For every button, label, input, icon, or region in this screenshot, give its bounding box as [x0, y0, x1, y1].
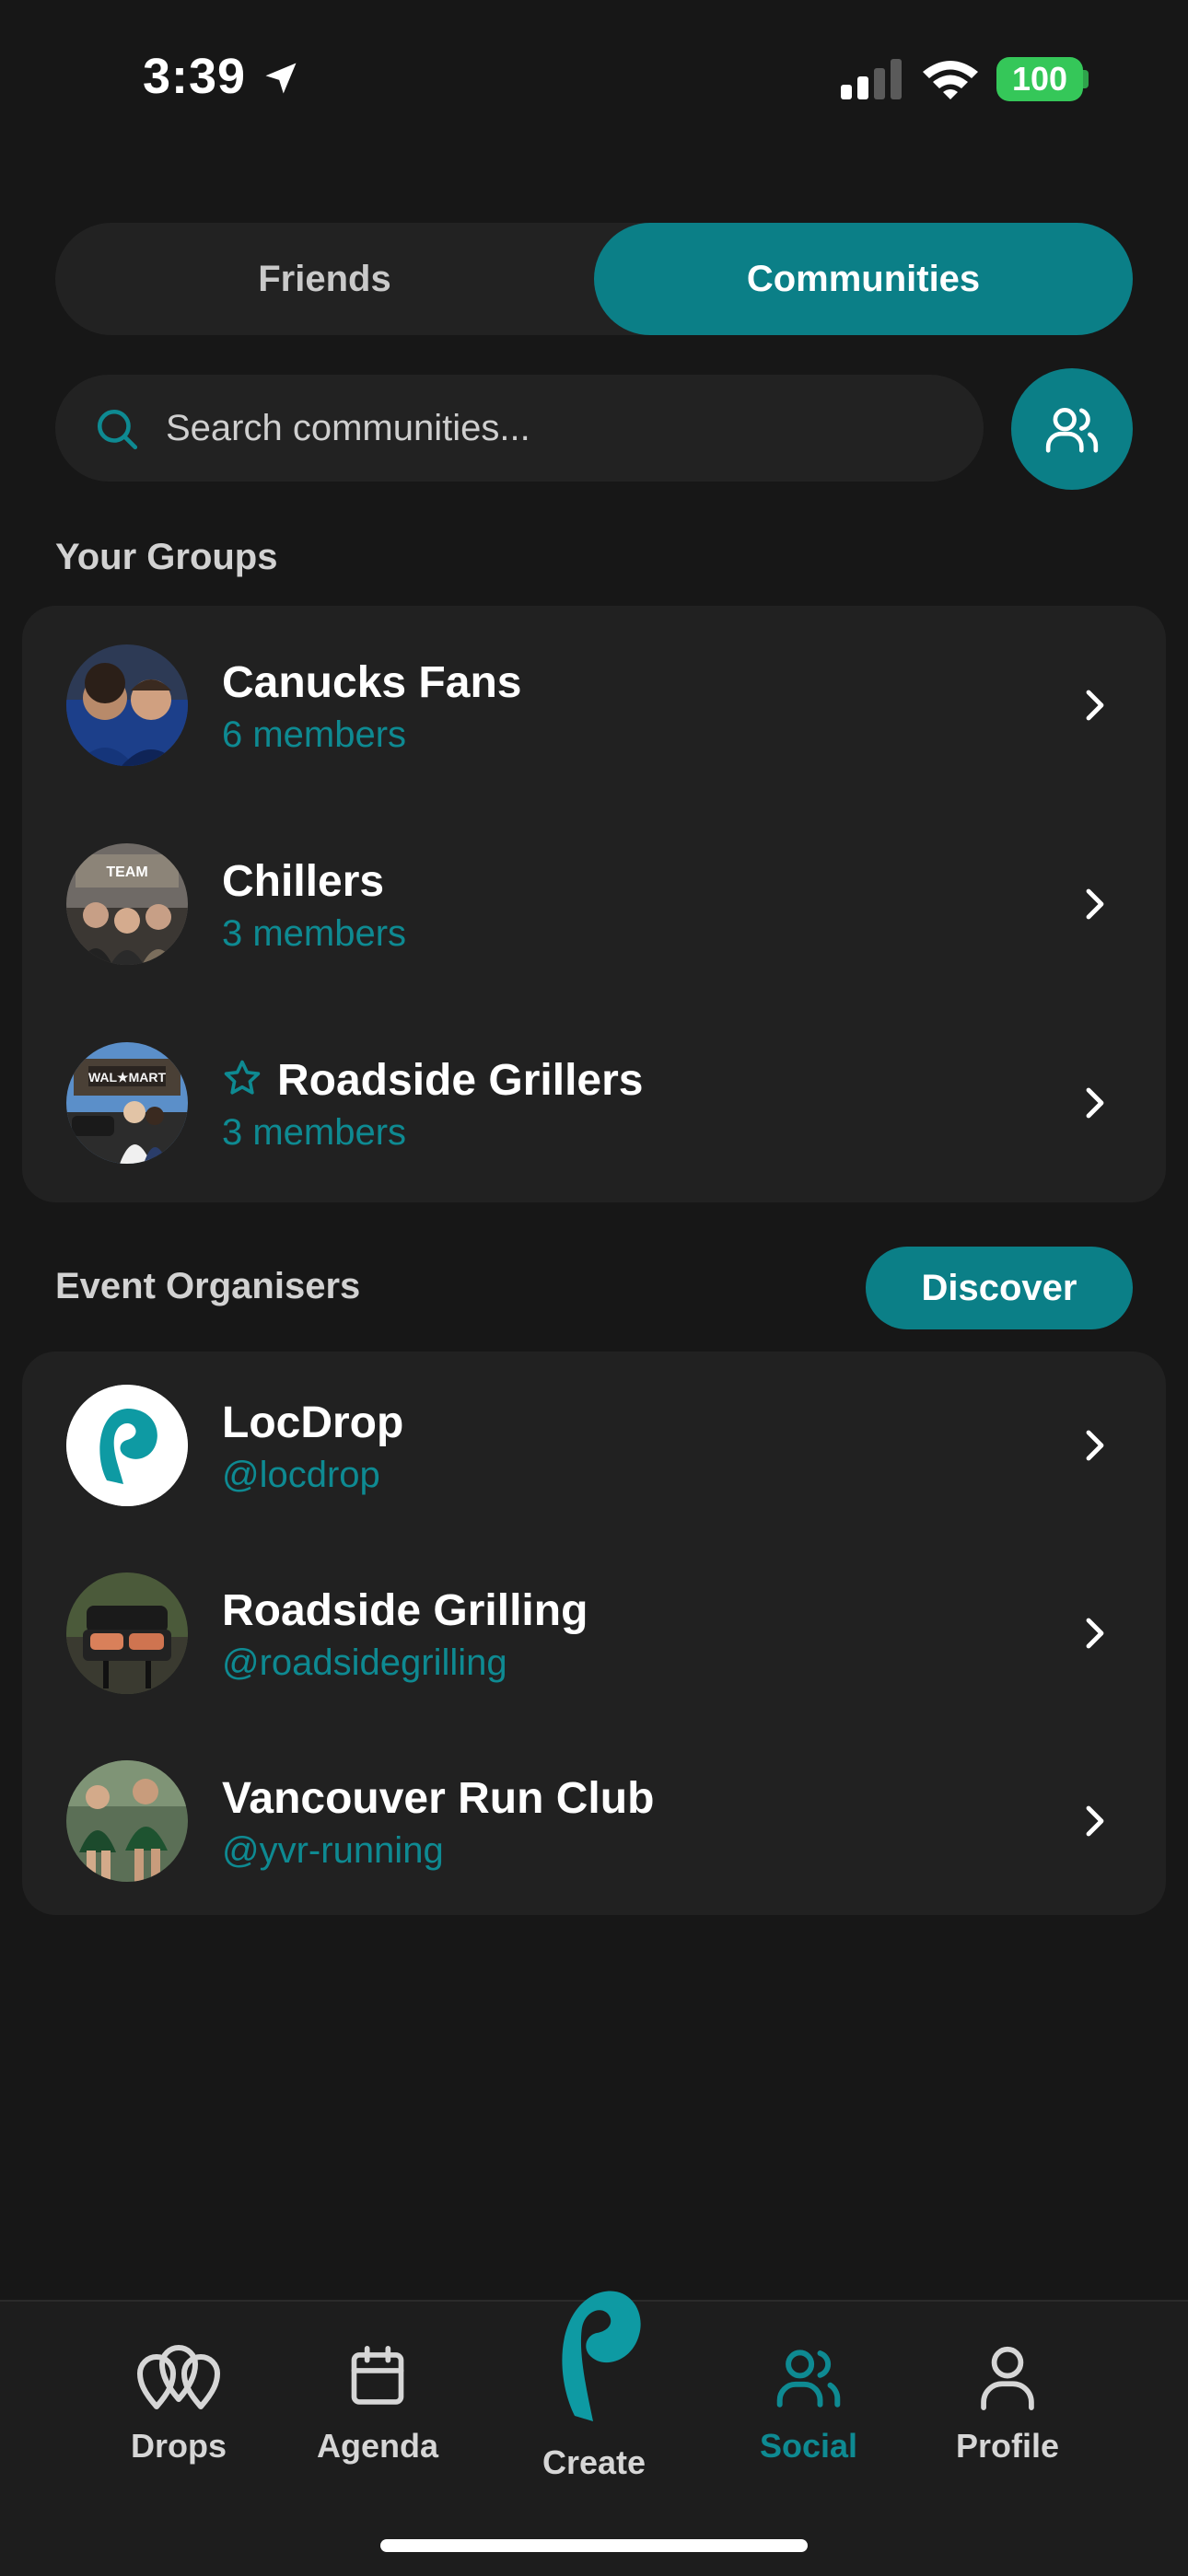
event-organisers-card: LocDrop @locdrop Roadside Grilling @road…: [22, 1352, 1166, 1915]
discover-button[interactable]: Discover: [866, 1247, 1133, 1329]
organiser-row-locdrop[interactable]: LocDrop @locdrop: [22, 1352, 1166, 1539]
svg-text:WAL★MART: WAL★MART: [88, 1070, 167, 1085]
chevron-right-icon: [1086, 888, 1104, 920]
svg-text:TEAM: TEAM: [106, 864, 147, 880]
group-name-with-star: Roadside Grillers: [222, 1055, 643, 1106]
organiser-name: Roadside Grilling: [222, 1586, 588, 1635]
organiser-row-vancouver-run-club[interactable]: Vancouver Run Club @yvr-running: [22, 1727, 1166, 1915]
star-icon: [224, 1060, 261, 1095]
your-groups-card: Canucks Fans 6 members TEAM Chillers 3 m…: [22, 606, 1166, 1202]
group-row-canucks-fans[interactable]: Canucks Fans 6 members: [22, 606, 1166, 805]
tab-communities[interactable]: Communities: [594, 223, 1133, 335]
tab-friends[interactable]: Friends: [55, 223, 594, 335]
locdrop-logo: [66, 1385, 188, 1506]
bottom-tab-bar: Drops Agenda Create Social Profile: [0, 2291, 1188, 2576]
chevron-right-icon: [1086, 1805, 1104, 1837]
organiser-name: LocDrop: [222, 1398, 404, 1447]
wifi-icon: [923, 61, 978, 99]
organiser-handle: @roadsidegrilling: [222, 1642, 507, 1683]
create-group-button[interactable]: [1011, 368, 1133, 490]
group-member-count: 6 members: [222, 714, 407, 755]
search-icon: [97, 409, 138, 450]
status-bar: 3:39 100: [0, 0, 1188, 157]
tab-label: Agenda: [316, 2427, 438, 2465]
group-row-roadside-grillers[interactable]: WAL★MART Roadside Grillers 3 members: [22, 1004, 1166, 1202]
group-avatar: TEAM: [66, 843, 188, 965]
organiser-row-roadside-grilling[interactable]: Roadside Grilling @roadsidegrilling: [22, 1539, 1166, 1727]
group-avatar: [66, 644, 188, 766]
calendar-icon: [351, 2346, 404, 2405]
locdrop-pin-icon: [562, 2291, 641, 2421]
tab-label: Profile: [955, 2427, 1060, 2465]
tab-label: Drops: [130, 2427, 227, 2465]
chevron-right-icon: [1086, 1087, 1104, 1119]
organiser-handle: @yvr-running: [222, 1830, 444, 1871]
group-member-count: 3 members: [222, 913, 407, 954]
friends-communities-toggle: Friends Communities: [55, 223, 1133, 335]
battery-cap: [1083, 70, 1089, 88]
organiser-handle: @locdrop: [222, 1455, 380, 1495]
tab-label: Create: [542, 2443, 646, 2481]
organiser-name: Vancouver Run Club: [222, 1774, 655, 1823]
battery-indicator: 100: [996, 57, 1083, 101]
your-groups-heading: Your Groups: [55, 537, 278, 577]
search-input[interactable]: [166, 375, 958, 482]
group-name: Roadside Grillers: [277, 1056, 644, 1105]
home-indicator: [380, 2539, 808, 2552]
cellular-signal-icon: [841, 59, 902, 99]
chevron-right-icon: [1086, 1430, 1104, 1461]
tab-label: Social: [759, 2427, 858, 2465]
event-organisers-heading: Event Organisers: [55, 1266, 361, 1306]
location-arrow-icon: [265, 63, 297, 94]
group-avatar: WAL★MART: [66, 1042, 188, 1164]
drops-pins-icon: [137, 2345, 220, 2409]
people-icon: [776, 2350, 841, 2408]
person-icon: [981, 2346, 1034, 2410]
group-name: Canucks Fans: [222, 658, 522, 707]
chevron-right-icon: [1086, 1618, 1104, 1649]
search-bar: [55, 375, 984, 482]
runners-photo-avatar: [66, 1760, 188, 1882]
people-icon: [1045, 408, 1099, 453]
group-member-count: 3 members: [222, 1112, 407, 1153]
group-row-chillers[interactable]: TEAM Chillers 3 members: [22, 805, 1166, 1004]
chevron-right-icon: [1086, 690, 1104, 721]
grill-photo-avatar: [66, 1572, 188, 1694]
status-time: 3:39: [143, 49, 247, 104]
group-name: Chillers: [222, 857, 385, 906]
